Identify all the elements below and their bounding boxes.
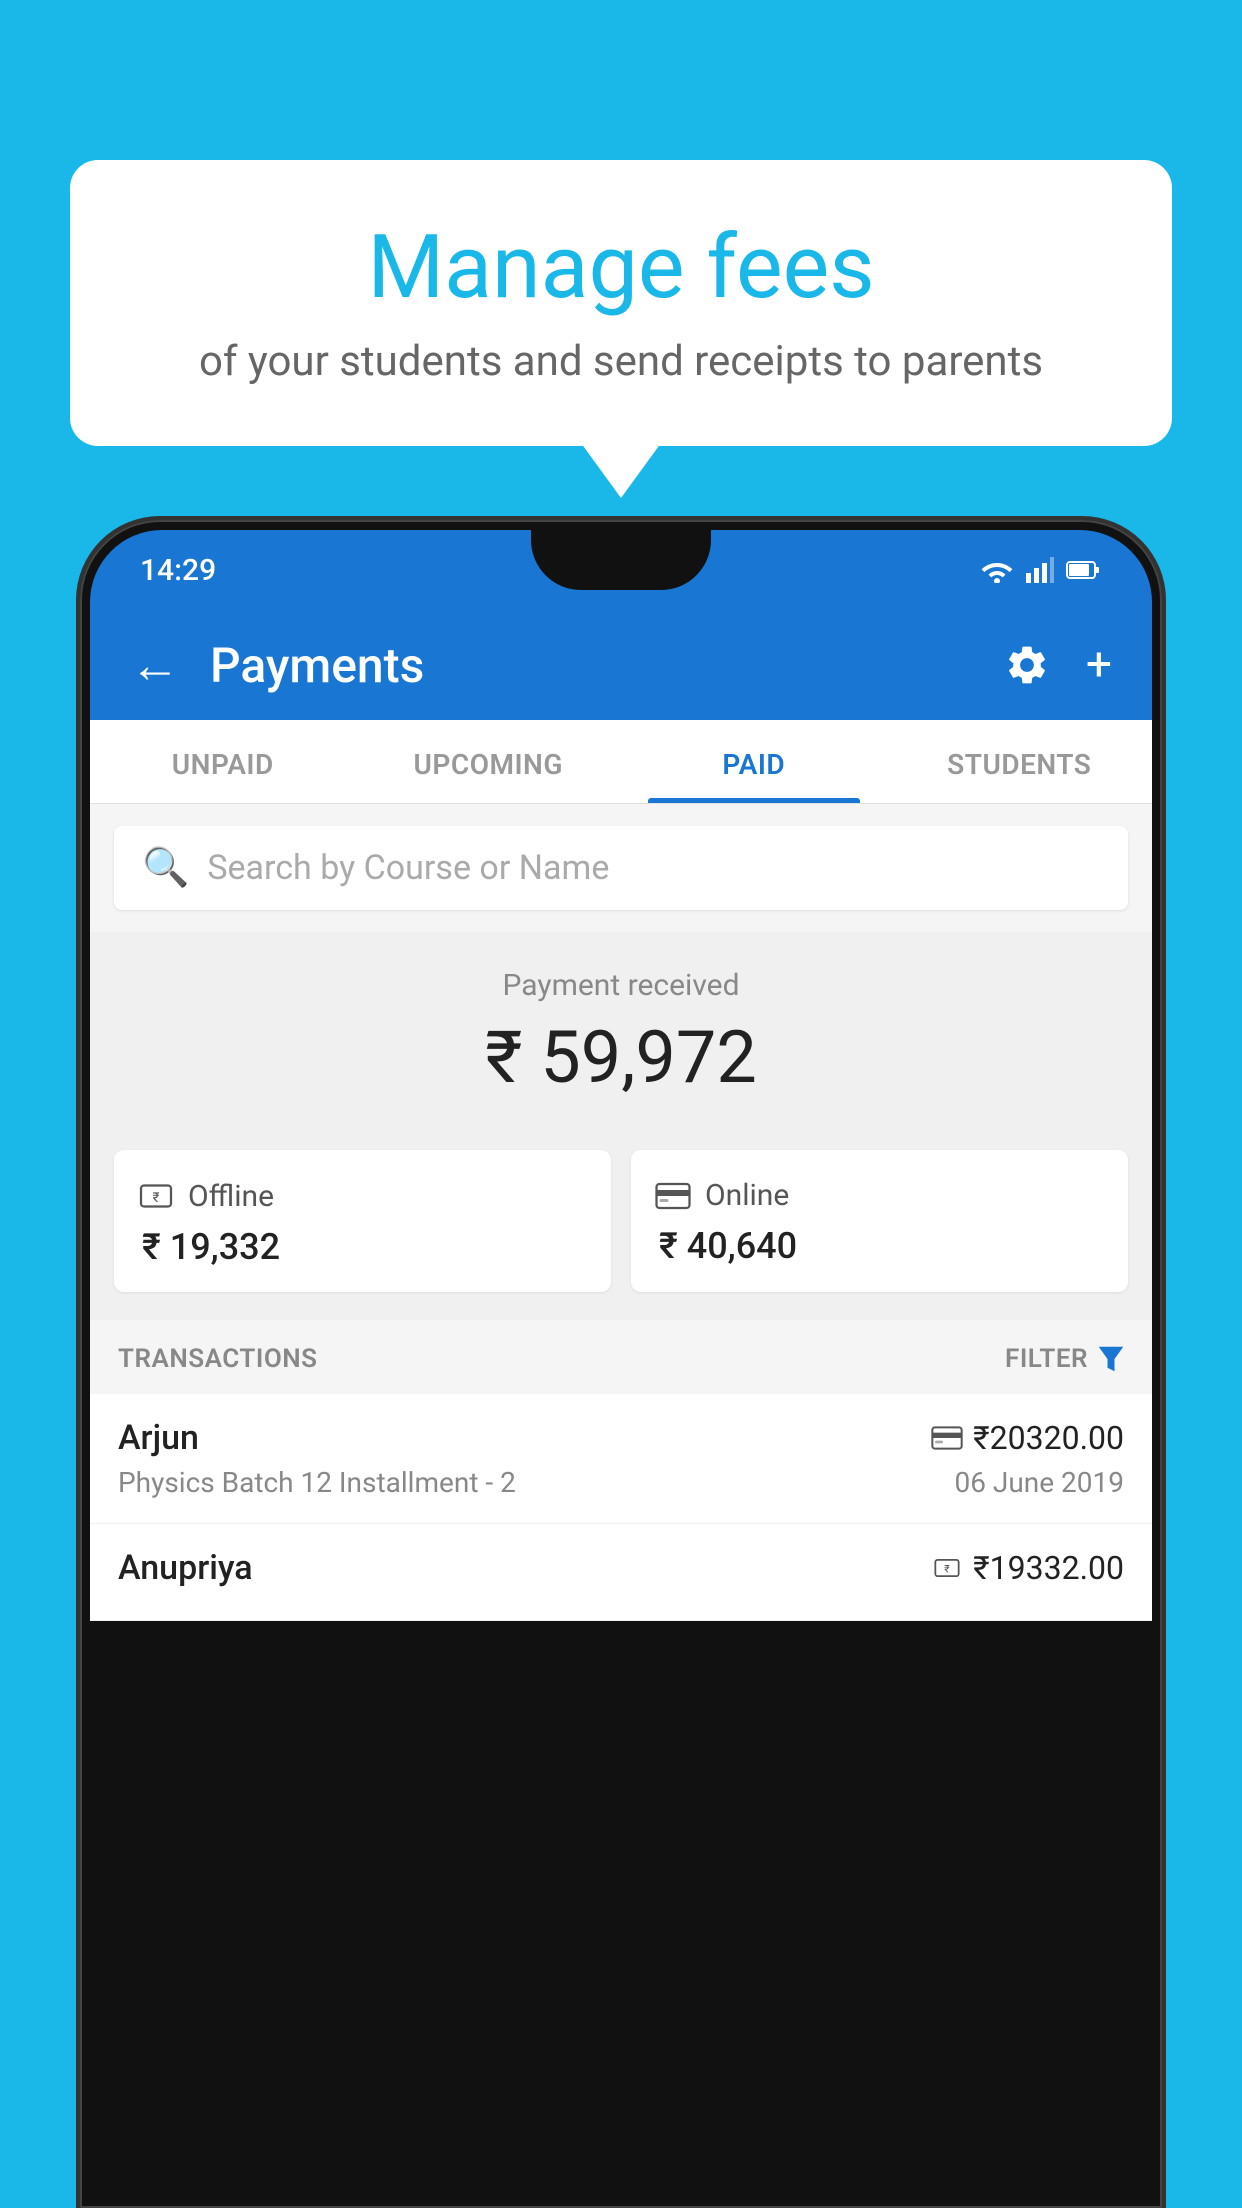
phone-inner: 14:29 bbox=[90, 530, 1152, 2198]
offline-payment-card: ₹ Offline ₹ 19,332 bbox=[114, 1150, 611, 1292]
app-bar-actions: + bbox=[1004, 638, 1112, 692]
filter-label: FILTER bbox=[1005, 1344, 1088, 1374]
online-card-amount: ₹ 40,640 bbox=[655, 1225, 1104, 1267]
signal-icon bbox=[1026, 557, 1054, 583]
app-bar: ← Payments + bbox=[90, 610, 1152, 720]
settings-icon[interactable] bbox=[1004, 642, 1050, 688]
status-icons bbox=[980, 557, 1102, 583]
search-bar[interactable]: 🔍 Search by Course or Name bbox=[114, 826, 1128, 910]
payment-type-icon-arjun bbox=[931, 1426, 963, 1450]
filter-button[interactable]: FILTER bbox=[1005, 1344, 1124, 1374]
transaction-course-arjun: Physics Batch 12 Installment - 2 bbox=[118, 1466, 516, 1499]
add-button[interactable]: + bbox=[1086, 638, 1112, 692]
offline-card-header: ₹ Offline bbox=[138, 1178, 587, 1214]
transaction-top-anupriya: Anupriya ₹ ₹19332.00 bbox=[118, 1548, 1124, 1588]
payment-received-section: Payment received ₹ 59,972 bbox=[90, 932, 1152, 1130]
speech-bubble: Manage fees of your students and send re… bbox=[70, 160, 1172, 446]
status-bar: 14:29 bbox=[90, 530, 1152, 610]
search-placeholder: Search by Course or Name bbox=[207, 848, 609, 888]
online-icon bbox=[655, 1182, 691, 1210]
status-time: 14:29 bbox=[140, 553, 216, 588]
speech-bubble-container: Manage fees of your students and send re… bbox=[70, 160, 1172, 446]
transactions-label: TRANSACTIONS bbox=[118, 1344, 318, 1374]
online-card-type: Online bbox=[705, 1178, 789, 1213]
payment-cards: ₹ Offline ₹ 19,332 bbox=[90, 1130, 1152, 1320]
online-card-header: Online bbox=[655, 1178, 1104, 1213]
payment-type-icon-anupriya: ₹ bbox=[931, 1554, 963, 1582]
transaction-amount-arjun: ₹20320.00 bbox=[973, 1419, 1124, 1457]
svg-text:₹: ₹ bbox=[153, 1190, 160, 1206]
transaction-row[interactable]: Anupriya ₹ ₹19332.00 bbox=[90, 1524, 1152, 1621]
screen-content: 🔍 Search by Course or Name Payment recei… bbox=[90, 804, 1152, 1621]
payment-total-amount: ₹ 59,972 bbox=[90, 1015, 1152, 1100]
tab-unpaid[interactable]: UNPAID bbox=[90, 720, 356, 803]
payment-received-label: Payment received bbox=[90, 968, 1152, 1003]
tab-upcoming[interactable]: UPCOMING bbox=[356, 720, 622, 803]
bubble-subtitle: of your students and send receipts to pa… bbox=[150, 337, 1092, 386]
transaction-amount-row-arjun: ₹20320.00 bbox=[931, 1419, 1124, 1457]
transaction-name-anupriya: Anupriya bbox=[118, 1548, 253, 1588]
battery-icon bbox=[1066, 559, 1102, 581]
search-icon: 🔍 bbox=[142, 846, 189, 890]
app-title: Payments bbox=[210, 637, 974, 694]
transaction-date-arjun: 06 June 2019 bbox=[954, 1466, 1124, 1499]
transaction-amount-row-anupriya: ₹ ₹19332.00 bbox=[931, 1549, 1124, 1587]
back-button[interactable]: ← bbox=[130, 636, 180, 695]
tab-students[interactable]: STUDENTS bbox=[887, 720, 1153, 803]
tab-paid[interactable]: PAID bbox=[621, 720, 887, 803]
offline-card-type: Offline bbox=[188, 1179, 274, 1214]
offline-icon: ₹ bbox=[138, 1178, 174, 1214]
transactions-header: TRANSACTIONS FILTER bbox=[90, 1320, 1152, 1394]
transaction-top-arjun: Arjun ₹20320.00 bbox=[118, 1418, 1124, 1458]
filter-icon bbox=[1098, 1345, 1124, 1373]
transaction-amount-anupriya: ₹19332.00 bbox=[973, 1549, 1124, 1587]
tab-bar: UNPAID UPCOMING PAID STUDENTS bbox=[90, 720, 1152, 804]
transaction-bottom-arjun: Physics Batch 12 Installment - 2 06 June… bbox=[118, 1466, 1124, 1499]
offline-card-amount: ₹ 19,332 bbox=[138, 1226, 587, 1268]
phone-frame: 14:29 bbox=[80, 520, 1162, 2208]
wifi-icon bbox=[980, 557, 1014, 583]
online-payment-card: Online ₹ 40,640 bbox=[631, 1150, 1128, 1292]
svg-text:₹: ₹ bbox=[944, 1563, 950, 1576]
bubble-title: Manage fees bbox=[150, 220, 1092, 317]
transaction-row[interactable]: Arjun ₹20320.00 Physics Batch 12 Install… bbox=[90, 1394, 1152, 1524]
transaction-name-arjun: Arjun bbox=[118, 1418, 199, 1458]
